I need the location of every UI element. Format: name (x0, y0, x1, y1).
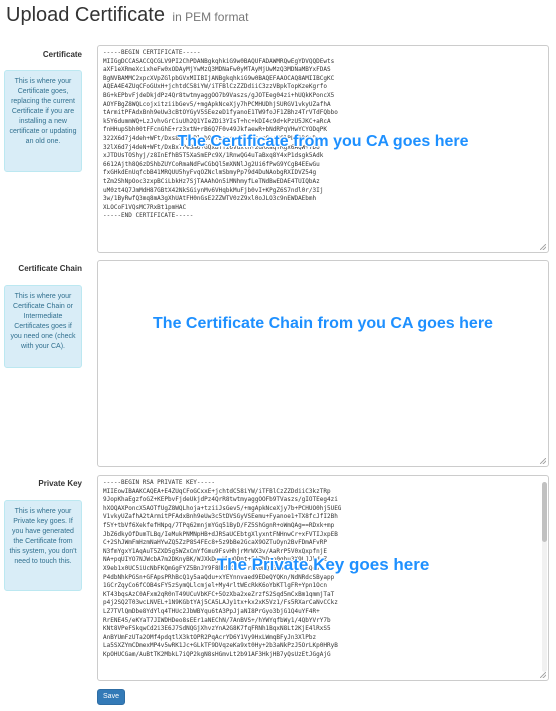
save-button[interactable]: Save (97, 689, 125, 705)
certificate-chain-overlay-note: The Certificate Chain from you CA goes h… (153, 315, 493, 332)
page-title-text: Upload Certificate (6, 4, 165, 26)
private-key-overlay-note: The Private Key goes here (216, 555, 430, 574)
resize-grip-icon[interactable] (540, 244, 546, 250)
private-key-scrollbar[interactable] (542, 482, 547, 672)
certificate-help-box: This is where your Certificate goes, rep… (4, 70, 82, 172)
certificate-chain-textarea[interactable]: The Certificate Chain from you CA goes h… (97, 260, 549, 467)
certificate-overlay-note: The Certificate from you CA goes here (177, 133, 469, 150)
resize-grip-icon[interactable] (540, 458, 546, 464)
certificate-label: Certificate (42, 50, 82, 59)
page-subtitle: in PEM format (172, 10, 249, 24)
certificate-textarea[interactable]: -----BEGIN CERTIFICATE----- MIIGgDCCASAC… (97, 45, 549, 253)
certificate-chain-help-box: This is where your Certificate Chain or … (4, 285, 82, 368)
certificate-chain-label: Certificate Chain (18, 264, 82, 273)
private-key-label: Private Key (38, 479, 82, 488)
private-key-textarea[interactable]: -----BEGIN RSA PRIVATE KEY----- MIIEowIB… (97, 475, 549, 681)
page-title: Upload Certificate in PEM format (6, 4, 248, 27)
private-key-value: -----BEGIN RSA PRIVATE KEY----- MIIEowIB… (103, 479, 342, 658)
scrollbar-thumb[interactable] (542, 482, 547, 542)
certificate-chain-value (103, 264, 538, 463)
resize-grip-icon[interactable] (540, 672, 546, 678)
private-key-help-box: This is where your Private key goes. If … (4, 500, 82, 591)
